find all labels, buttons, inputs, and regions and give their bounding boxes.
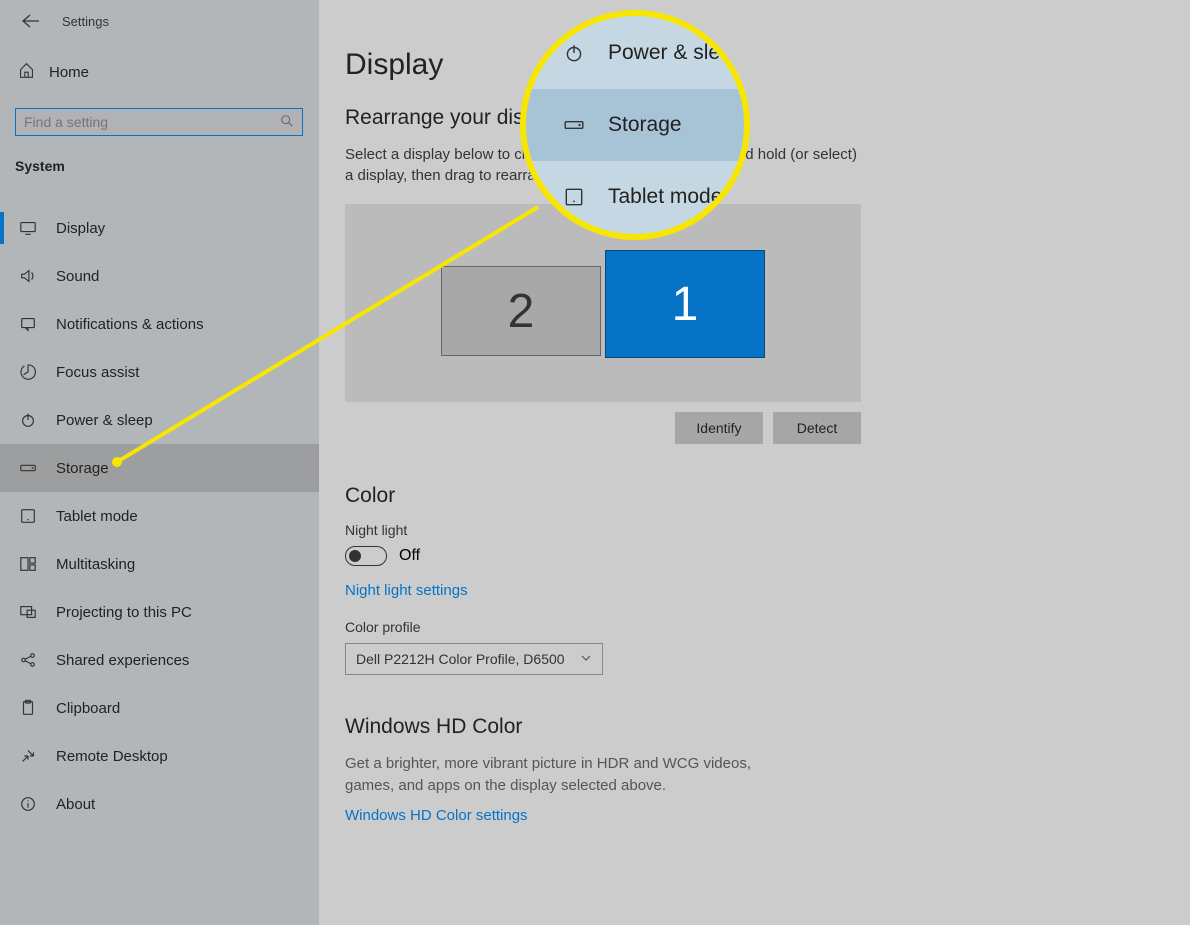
- identify-button[interactable]: Identify: [675, 412, 763, 444]
- color-profile-value: Dell P2212H Color Profile, D6500: [356, 651, 565, 667]
- about-icon: [18, 795, 38, 813]
- sidebar-item-sound[interactable]: Sound: [0, 252, 319, 300]
- nav-list: Display Sound Notifications & actions Fo…: [0, 204, 319, 828]
- chevron-down-icon: [580, 651, 592, 667]
- project-icon: [18, 603, 38, 621]
- app-title: Settings: [62, 14, 109, 29]
- sound-icon: [18, 267, 38, 285]
- storage-icon: [18, 459, 38, 477]
- sidebar-item-label: Multitasking: [56, 556, 135, 573]
- night-light-settings-link[interactable]: Night light settings: [345, 582, 468, 599]
- storage-icon: [562, 114, 586, 136]
- category-label: System: [15, 158, 65, 174]
- rearrange-title: Rearrange your displays: [345, 106, 1156, 130]
- search-input-container[interactable]: [15, 108, 303, 136]
- magnifier-label: Tablet mode: [608, 185, 722, 209]
- sidebar-item-remote-desktop[interactable]: Remote Desktop: [0, 732, 319, 780]
- sidebar-item-shared[interactable]: Shared experiences: [0, 636, 319, 684]
- hd-color-title: Windows HD Color: [345, 715, 1156, 739]
- color-title: Color: [345, 484, 1156, 508]
- sidebar-item-label: About: [56, 796, 95, 813]
- remote-icon: [18, 747, 38, 765]
- page-title: Display: [345, 48, 1156, 82]
- search-input[interactable]: [24, 114, 280, 130]
- sidebar-item-label: Display: [56, 220, 105, 237]
- sidebar-item-label: Shared experiences: [56, 652, 189, 669]
- focus-icon: [18, 363, 38, 381]
- sidebar-item-label: Power & sleep: [56, 412, 153, 429]
- night-light-toggle[interactable]: [345, 546, 387, 566]
- tablet-icon: [18, 507, 38, 525]
- sidebar-item-label: Remote Desktop: [56, 748, 168, 765]
- monitor-2[interactable]: 2: [441, 266, 601, 356]
- display-buttons: Identify Detect: [345, 412, 861, 444]
- main-content: Display Rearrange your displays Select a…: [319, 0, 1190, 925]
- settings-window: Settings Home System Display Sound: [0, 0, 1190, 925]
- tablet-icon: [562, 186, 586, 208]
- sidebar-item-label: Storage: [56, 460, 109, 477]
- sidebar-item-label: Tablet mode: [56, 508, 138, 525]
- power-icon: [18, 411, 38, 429]
- power-icon: [562, 42, 586, 64]
- detect-button[interactable]: Detect: [773, 412, 861, 444]
- magnifier-row-storage: Storage: [526, 89, 744, 161]
- sidebar-item-label: Sound: [56, 268, 99, 285]
- sidebar-home[interactable]: Home: [18, 62, 89, 83]
- home-icon: [18, 62, 35, 83]
- home-label: Home: [49, 64, 89, 81]
- sidebar-item-clipboard[interactable]: Clipboard: [0, 684, 319, 732]
- display-icon: [18, 219, 38, 237]
- shared-icon: [18, 651, 38, 669]
- sidebar-item-label: Notifications & actions: [56, 316, 204, 333]
- sidebar: Settings Home System Display Sound: [0, 0, 319, 925]
- sidebar-item-multitasking[interactable]: Multitasking: [0, 540, 319, 588]
- sidebar-item-focus-assist[interactable]: Focus assist: [0, 348, 319, 396]
- monitor-1[interactable]: 1: [605, 250, 765, 358]
- color-profile-label: Color profile: [345, 619, 1156, 635]
- sidebar-item-notifications[interactable]: Notifications & actions: [0, 300, 319, 348]
- hd-color-desc: Get a brighter, more vibrant picture in …: [345, 753, 765, 797]
- sidebar-item-projecting[interactable]: Projecting to this PC: [0, 588, 319, 636]
- clipboard-icon: [18, 699, 38, 717]
- magnifier-overlay: Power & sleep Storage Tablet mode: [520, 10, 750, 240]
- night-light-label: Night light: [345, 522, 1156, 538]
- sidebar-item-power-sleep[interactable]: Power & sleep: [0, 396, 319, 444]
- sidebar-item-label: Projecting to this PC: [56, 604, 192, 621]
- sidebar-item-display[interactable]: Display: [0, 204, 319, 252]
- multitask-icon: [18, 555, 38, 573]
- search-icon: [280, 114, 294, 131]
- notifications-icon: [18, 315, 38, 333]
- sidebar-item-storage[interactable]: Storage: [0, 444, 319, 492]
- sidebar-item-label: Focus assist: [56, 364, 139, 381]
- sidebar-item-label: Clipboard: [56, 700, 120, 717]
- night-light-state: Off: [399, 547, 420, 565]
- sidebar-item-about[interactable]: About: [0, 780, 319, 828]
- back-button[interactable]: [22, 12, 40, 33]
- hd-color-link[interactable]: Windows HD Color settings: [345, 807, 528, 824]
- sidebar-item-tablet-mode[interactable]: Tablet mode: [0, 492, 319, 540]
- color-profile-select[interactable]: Dell P2212H Color Profile, D6500: [345, 643, 603, 675]
- magnifier-label: Storage: [608, 113, 682, 137]
